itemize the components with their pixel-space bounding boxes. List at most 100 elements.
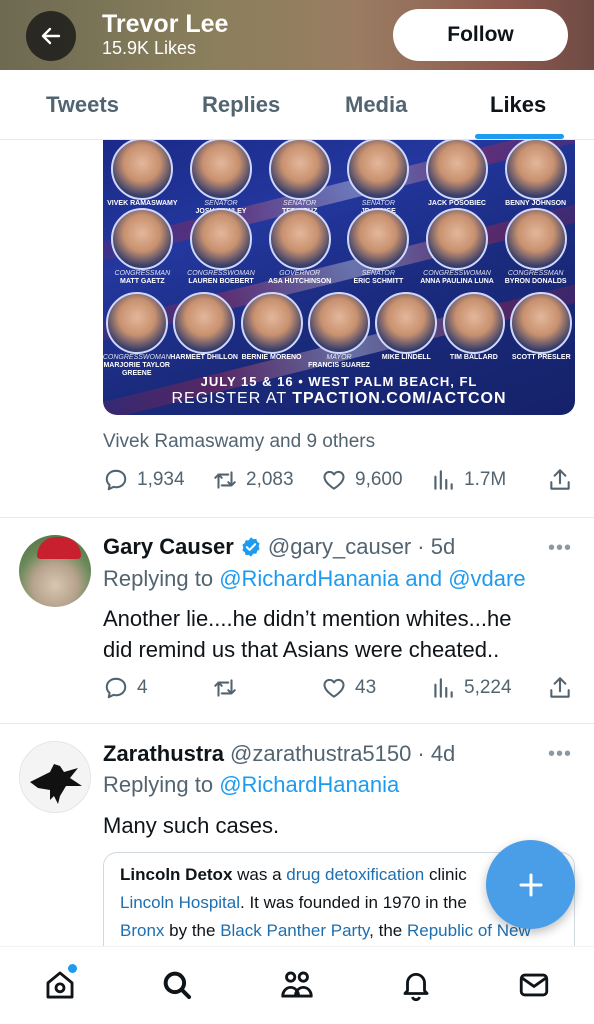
- speaker-label: SCOTT PRESLER: [511, 354, 571, 361]
- speaker-label: BENNY JOHNSON: [505, 200, 567, 207]
- like-button[interactable]: 43: [321, 675, 376, 701]
- avatar[interactable]: [19, 535, 91, 607]
- tweet-text: Many such cases.: [103, 813, 280, 838]
- promo-register-line: REGISTER AT TPACTION.COM/ACTCON: [171, 390, 507, 407]
- more-options-button[interactable]: •••: [548, 537, 572, 560]
- share-button[interactable]: [547, 467, 573, 493]
- replying-to: Replying to @RichardHanania and @vdare: [103, 566, 526, 591]
- speaker-label: CONGRESSWOMAN LAUREN BOEBERT: [187, 270, 255, 285]
- share-button[interactable]: [547, 675, 573, 701]
- profile-name: Trevor Lee: [102, 10, 229, 38]
- speaker-photo: [504, 140, 567, 200]
- tweet-media-image[interactable]: JULY 15 & 16 • WEST PALM BEACH, FL REGIS…: [103, 140, 575, 415]
- speaker-label: SENATOR ERIC SCHMITT: [353, 270, 404, 285]
- nav-messages[interactable]: [514, 965, 554, 1005]
- reply-button[interactable]: 1,934: [103, 467, 185, 493]
- speaker-photo: [347, 140, 410, 200]
- card-link[interactable]: Lincoln Hospital: [120, 893, 240, 912]
- views-button[interactable]: 5,224: [430, 675, 512, 701]
- retweet-button[interactable]: [212, 675, 246, 701]
- speaker-label: JACK POSOBIEC: [428, 200, 486, 207]
- reply-button[interactable]: 4: [103, 675, 148, 701]
- speaker-photo: [111, 140, 174, 200]
- speaker-label: CONGRESSMAN MATT GAETZ: [114, 270, 171, 285]
- plus-icon: [519, 873, 542, 896]
- speaker-label: GOVERNOR ASA HUTCHINSON: [268, 270, 332, 285]
- notification-dot: [68, 964, 77, 973]
- mail-icon: [519, 973, 549, 997]
- tweet-divider: [0, 517, 594, 518]
- speaker-photo: [426, 140, 488, 200]
- tweet-author[interactable]: Gary Causer @gary_causer · 5d: [103, 534, 455, 560]
- profile-header: Trevor Lee 15.9K Likes Follow: [0, 0, 594, 70]
- communities-icon: [281, 971, 313, 998]
- tab-tweets[interactable]: Tweets: [46, 92, 119, 118]
- verified-icon: [242, 537, 260, 557]
- active-tab-indicator: [475, 134, 564, 139]
- card-link[interactable]: drug detoxification: [286, 865, 424, 884]
- card-link[interactable]: Black Panther Party: [220, 921, 369, 940]
- speaker-photo: [442, 292, 505, 354]
- replying-to-link[interactable]: @RichardHanania: [219, 772, 399, 797]
- speaker-photo: [190, 140, 252, 200]
- follow-button[interactable]: Follow: [393, 9, 568, 61]
- home-icon: [46, 971, 74, 999]
- retweet-icon: [214, 471, 236, 489]
- replying-to: Replying to @RichardHanania: [103, 772, 400, 797]
- speaker-photo: [426, 208, 488, 270]
- nav-search[interactable]: [157, 965, 197, 1005]
- tweet-handle: @zarathustra5150: [230, 741, 412, 766]
- compose-tweet-button[interactable]: [486, 840, 575, 929]
- tweet-divider: [0, 723, 594, 724]
- views-icon: [434, 470, 453, 490]
- bell-icon: [403, 973, 429, 1002]
- tab-likes[interactable]: Likes: [490, 92, 546, 118]
- speaker-photo: [268, 140, 331, 200]
- speaker-label: VIVEK RAMASWAMY: [107, 200, 178, 207]
- nav-notifications[interactable]: [396, 965, 436, 1005]
- share-icon: [550, 469, 570, 490]
- tweet-text: Another lie....he didn’t mention whites.…: [103, 606, 512, 662]
- tweet-actions: 1,934 2,083 9,600 1.7M: [103, 467, 573, 497]
- speaker-photo: [347, 208, 410, 270]
- speaker-photo: [510, 292, 573, 354]
- bottom-navigation: [0, 946, 594, 1024]
- reply-icon: [105, 469, 127, 491]
- speaker-label: CONGRESSMAN BYRON DONALDS: [504, 270, 567, 285]
- more-options-button[interactable]: •••: [548, 743, 572, 766]
- heart-icon: [323, 678, 345, 698]
- speaker-photo: [504, 208, 567, 270]
- tab-replies[interactable]: Replies: [202, 92, 280, 118]
- retweet-button[interactable]: 2,083: [212, 467, 294, 493]
- heart-icon: [323, 470, 345, 490]
- speaker-photo: [105, 292, 168, 354]
- speaker-photo: [375, 292, 438, 354]
- tweet-actions: 4 43 5,224: [103, 675, 573, 705]
- speaker-photo: [190, 208, 252, 270]
- raven-icon: [30, 764, 82, 804]
- tweet-author[interactable]: Zarathustra @zarathustra5150 · 4d: [103, 741, 455, 767]
- avatar[interactable]: [19, 741, 91, 813]
- card-link[interactable]: Bronx: [120, 921, 164, 940]
- retweet-icon: [214, 679, 236, 697]
- tweet-handle: @gary_causer: [267, 534, 412, 559]
- back-button[interactable]: [26, 11, 76, 61]
- views-icon: [434, 678, 453, 698]
- replying-to-link[interactable]: @RichardHanania and @vdare: [219, 566, 525, 591]
- speaker-label: CONGRESSWOMAN ANNA PAULINA LUNA: [420, 270, 494, 285]
- profile-likes-count: 15.9K Likes: [102, 38, 197, 58]
- speaker-photo: [111, 208, 174, 270]
- share-icon: [550, 677, 570, 698]
- speaker-photo: [173, 292, 236, 354]
- reply-icon: [105, 677, 127, 699]
- views-button[interactable]: 1.7M: [430, 467, 506, 493]
- like-button[interactable]: 9,600: [321, 467, 403, 493]
- liked-by-text[interactable]: Vivek Ramaswamy and 9 others: [103, 431, 375, 453]
- tab-media[interactable]: Media: [345, 92, 407, 118]
- back-arrow-icon: [41, 27, 61, 45]
- speaker-photo: [308, 292, 370, 354]
- speaker-photo: [240, 292, 303, 354]
- tweet-time: · 4d: [417, 741, 456, 766]
- speaker-photo: [268, 208, 331, 270]
- nav-communities[interactable]: [277, 965, 317, 1005]
